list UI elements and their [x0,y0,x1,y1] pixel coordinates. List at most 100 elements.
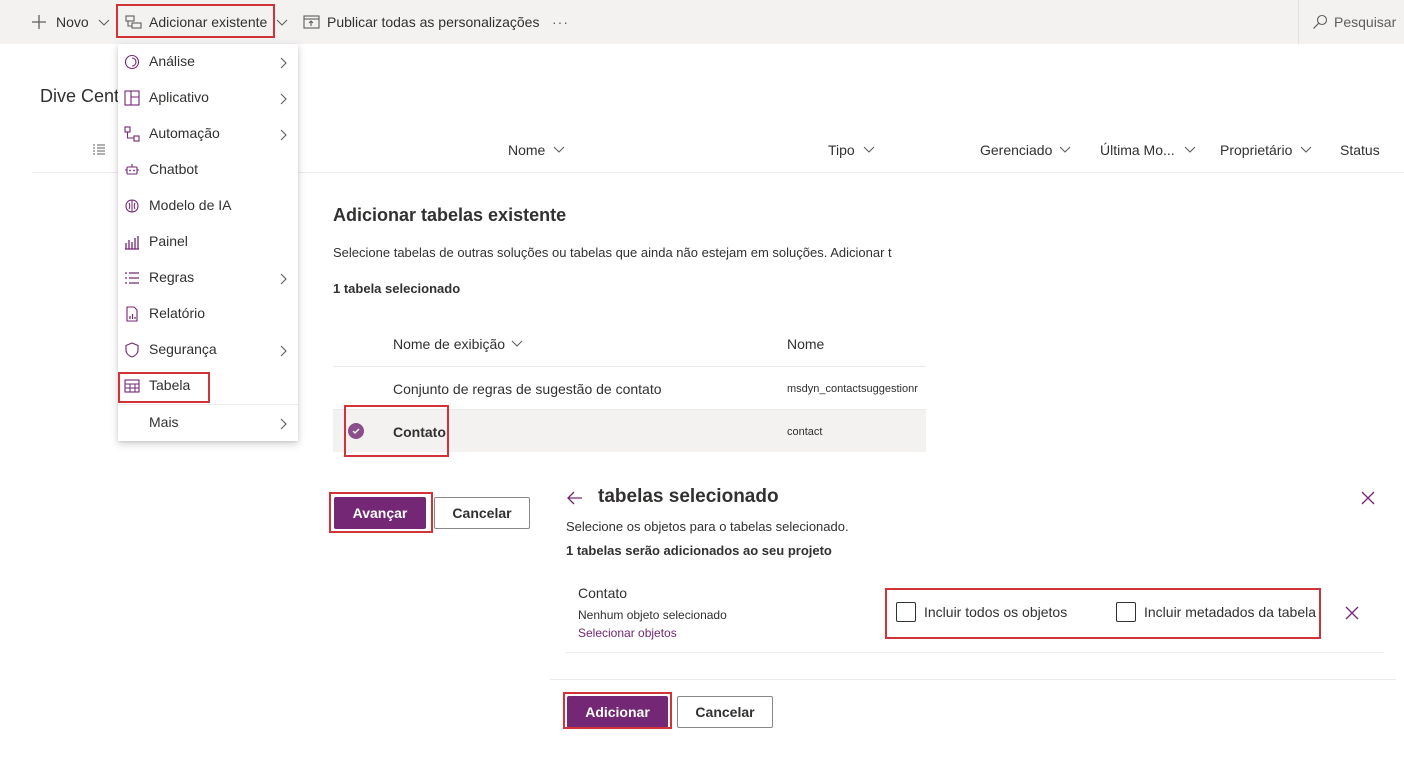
selected-tables-summary: 1 tabelas serão adicionados ao seu proje… [566,543,832,558]
search-label: Pesquisar [1334,14,1397,30]
column-header-gerenciado[interactable]: Gerenciado [980,140,1071,160]
menu-item-label: Painel [149,233,188,249]
dashboard-icon [124,234,140,250]
menu-item-label: Análise [149,53,195,69]
include-all-objects-label[interactable]: Incluir todos os objetos [924,604,1067,620]
menu-item-label: Modelo de IA [149,197,232,213]
row-checkmark-icon[interactable] [348,423,364,439]
rules-icon [124,270,140,286]
column-header-tipo[interactable]: Tipo [828,140,875,160]
column-header-ultima-modificacao[interactable]: Última Mo... [1100,140,1196,160]
menu-item-tabela[interactable]: Tabela [118,368,298,404]
cancel-button[interactable]: Cancelar [677,696,773,728]
command-bar: Novo Adicionar existente Publicar todas … [0,0,1404,44]
add-icon [31,14,47,30]
close-icon[interactable] [1361,491,1375,508]
menu-item-relatorio[interactable]: Relatório [118,296,298,332]
column-header-label: Nome [508,142,546,158]
entity-name: Contato [578,585,628,601]
chevron-down-icon [1300,142,1312,158]
search-button[interactable]: Pesquisar [1312,0,1396,44]
add-existing-icon [125,14,142,30]
menu-item-mais[interactable]: Mais [118,405,298,441]
publish-label: Publicar todas as personalizações [327,14,540,30]
list-view-icon [92,143,106,160]
remove-entity-icon[interactable] [1345,606,1359,623]
menu-item-label: Relatório [149,305,206,321]
chevron-down-icon [863,142,875,158]
column-header-label: Nome de exibição [393,336,506,352]
page-title: Dive Cent [40,86,120,106]
column-header-display-name[interactable]: Nome de exibição [393,336,523,352]
column-header-name[interactable]: Nome [787,336,824,352]
app-icon [124,90,140,106]
menu-item-label: Aplicativo [149,89,209,105]
analytics-icon [124,54,140,70]
chevron-right-icon [278,272,288,288]
menu-item-seguranca[interactable]: Segurança [118,332,298,368]
publish-icon [303,14,320,30]
add-tables-title: Adicionar tabelas existente [333,205,567,225]
add-existing-button[interactable]: Adicionar existente [125,0,288,44]
add-button[interactable]: Adicionar [567,696,668,728]
include-table-metadata-label[interactable]: Incluir metadados da tabela [1144,604,1316,620]
add-existing-menu: Análise Aplicativo Automação Chatbot Mod… [118,44,298,441]
menu-item-modelo-ia[interactable]: Modelo de IA [118,188,298,224]
add-existing-label: Adicionar existente [149,14,268,30]
selected-tables-title: tabelas selecionado [598,486,779,507]
more-icon: ··· [552,14,569,30]
report-icon [124,306,140,322]
include-table-metadata-checkbox[interactable] [1116,602,1136,622]
row-display-name: Contato [393,424,446,440]
menu-item-label: Tabela [149,377,191,393]
include-all-objects-checkbox[interactable] [896,602,916,622]
menu-item-automacao[interactable]: Automação [118,116,298,152]
menu-item-aplicativo[interactable]: Aplicativo [118,80,298,116]
search-icon [1312,14,1328,30]
menu-item-analise[interactable]: Análise [118,44,298,80]
column-header-nome[interactable]: Nome [508,140,565,160]
cancel-button[interactable]: Cancelar [434,497,530,529]
row-logical-name: msdyn_contactsuggestionr [787,383,918,395]
chevron-right-icon [278,56,288,72]
chevron-down-icon [1184,142,1196,158]
security-icon [124,342,140,358]
back-arrow-icon[interactable] [566,489,584,510]
automation-icon [124,126,140,142]
column-header-label: Tipo [828,142,855,158]
command-bar-divider [1298,0,1299,44]
chatbot-icon [124,162,140,178]
entity-status: Nenhum objeto selecionado [578,608,727,622]
chevron-down-icon [1059,142,1071,158]
menu-item-label: Segurança [149,341,217,357]
publish-all-button[interactable]: Publicar todas as personalizações [303,0,539,44]
next-button[interactable]: Avançar [334,497,426,529]
ai-model-icon [124,198,140,214]
select-objects-link[interactable]: Selecionar objetos [578,626,677,640]
menu-item-chatbot[interactable]: Chatbot [118,152,298,188]
selected-tables-description: Selecione os objetos para o tabelas sele… [566,519,849,534]
footer-divider [550,679,1396,680]
chevron-right-icon [278,344,288,360]
column-header-status[interactable]: Status [1340,140,1380,160]
column-header-label: Nome [787,336,825,352]
menu-item-label: Chatbot [149,161,199,177]
menu-item-regras[interactable]: Regras [118,260,298,296]
table-icon [124,378,140,394]
more-commands-button[interactable]: ··· [552,0,569,44]
column-header-label: Proprietário [1220,142,1293,158]
new-label: Novo [56,14,89,30]
chevron-down-icon [98,16,110,28]
menu-item-painel[interactable]: Painel [118,224,298,260]
chevron-down-icon [276,16,288,28]
column-header-proprietario[interactable]: Proprietário [1220,140,1312,160]
column-header-label: Última Mo... [1100,142,1175,158]
chevron-right-icon [278,92,288,108]
new-button[interactable]: Novo [31,0,110,44]
menu-item-label: Regras [149,269,195,285]
chevron-down-icon [553,142,565,158]
chevron-right-icon [278,128,288,144]
entity-divider [566,652,1384,653]
menu-item-label: Automação [149,125,220,141]
row-logical-name: contact [787,426,823,438]
